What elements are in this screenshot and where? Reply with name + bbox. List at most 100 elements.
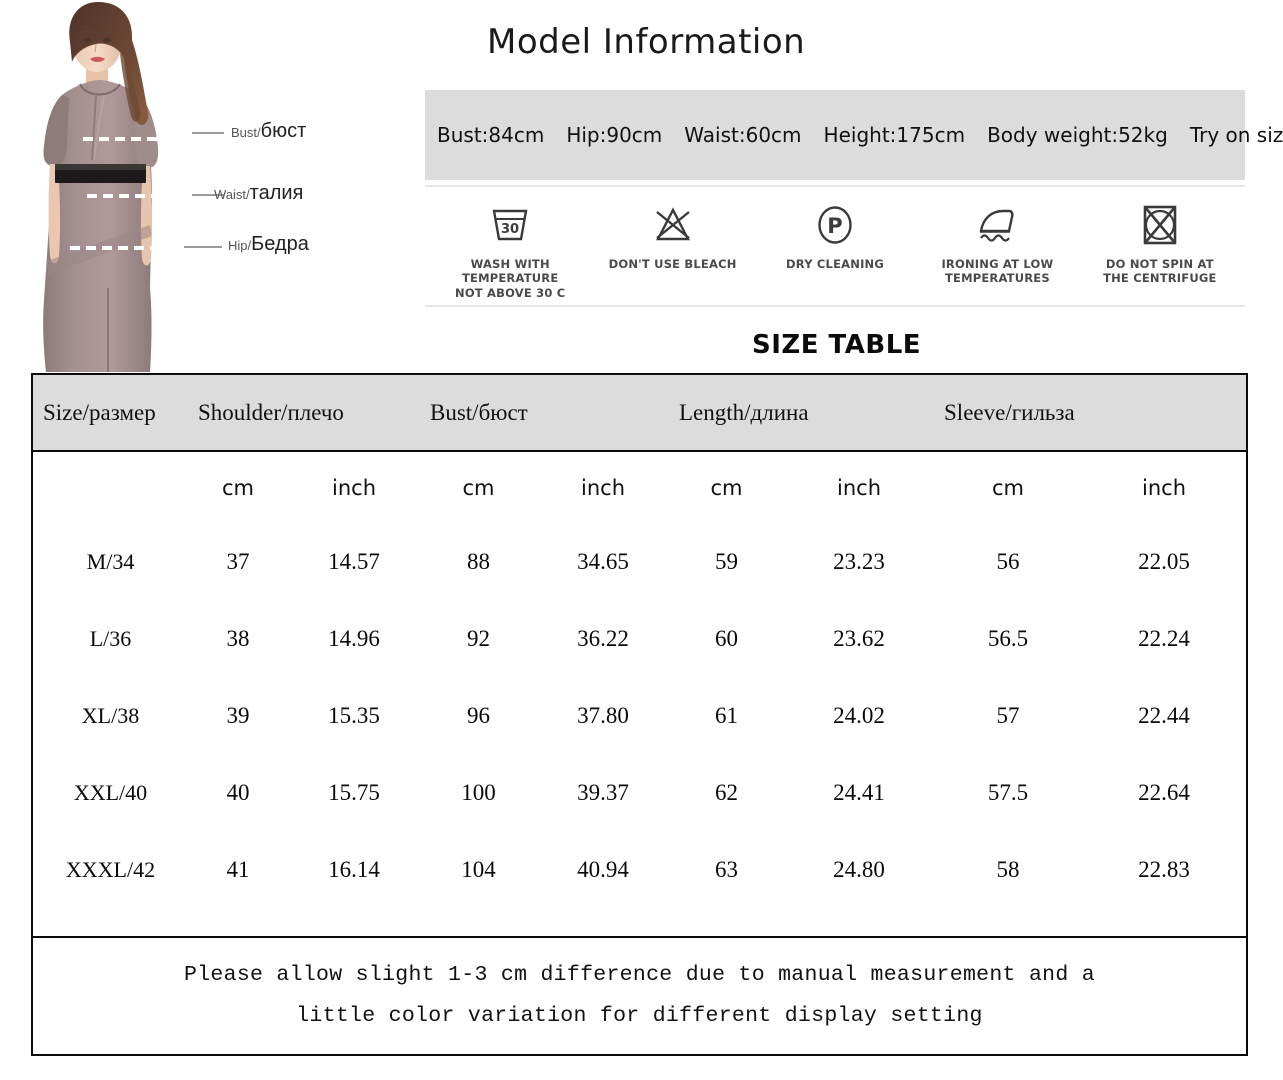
- care-label-no-spin: DO NOT SPIN AT THE CENTRIFUGE: [1103, 257, 1217, 286]
- care-label-wash-line1: WASH WITH TEMPERATURE: [462, 257, 559, 286]
- bust-label-en: Bust/: [231, 125, 261, 140]
- cell-bust-cm: 104: [461, 856, 496, 882]
- care-label-no-spin-line1: DO NOT SPIN AT: [1105, 257, 1214, 271]
- cell-sleeve-in: 22.24: [1138, 625, 1190, 651]
- cell-size: M/34: [86, 548, 135, 574]
- cell-length-in: 24.02: [833, 702, 885, 728]
- measurement-disclaimer: Please allow slight 1-3 cm difference du…: [33, 936, 1246, 1054]
- unit-length-cm: cm: [710, 475, 743, 500]
- cell-sleeve-cm: 56: [996, 548, 1020, 574]
- cell-bust-cm: 100: [461, 779, 496, 805]
- care-label-no-bleach: DON'T USE BLEACH: [609, 257, 737, 271]
- cell-shoulder-in: 14.57: [328, 548, 380, 574]
- cell-bust-cm: 88: [467, 548, 490, 574]
- care-label-dry-cleaning-line1: DRY CLEANING: [786, 257, 885, 271]
- stat-body-weight: Body weight:52kg: [987, 123, 1168, 147]
- stat-height: Height:175cm: [823, 123, 966, 147]
- hip-label-ru: Бедра: [251, 233, 309, 255]
- stat-waist: Waist:60cm: [684, 123, 802, 147]
- cell-bust-in: 36.22: [577, 625, 629, 651]
- cell-length-cm: 60: [715, 625, 738, 651]
- disclaimer-line-1: Please allow slight 1-3 cm difference du…: [184, 963, 1095, 988]
- header-size: Size/размер: [33, 375, 188, 452]
- wash-30-icon: 30: [487, 201, 533, 249]
- hip-label-en: Hip/: [228, 238, 252, 253]
- cell-length-in: 24.80: [833, 856, 885, 882]
- unit-sleeve-cm: cm: [992, 475, 1025, 500]
- no-bleach-icon: [650, 201, 696, 249]
- model-information-title: Model Information: [487, 22, 806, 62]
- bust-leader-line: [192, 132, 224, 134]
- cell-shoulder-cm: 39: [226, 702, 250, 728]
- cell-length-cm: 63: [715, 856, 738, 882]
- cell-size: XL/38: [81, 702, 140, 728]
- unit-bust-in: inch: [581, 475, 625, 500]
- care-item-ironing: IRONING AT LOW TEMPERATURES: [916, 201, 1078, 286]
- cell-sleeve-cm: 58: [996, 856, 1020, 882]
- care-item-wash: 30 WASH WITH TEMPERATURE NOT ABOVE 30 C: [429, 201, 591, 300]
- cell-shoulder-in: 15.35: [328, 702, 380, 728]
- cell-length-in: 23.23: [833, 548, 885, 574]
- no-spin-centrifuge-icon: [1138, 201, 1182, 249]
- care-item-dry-cleaning: P DRY CLEANING: [754, 201, 916, 271]
- stat-bust: Bust:84cm: [437, 123, 545, 147]
- care-label-ironing: IRONING AT LOW TEMPERATURES: [941, 257, 1053, 286]
- size-table-grid: Size/размер Shoulder/плечо Bust/бюст Len…: [33, 375, 1247, 908]
- cell-shoulder-in: 14.96: [328, 625, 380, 651]
- cell-sleeve-in: 22.05: [1138, 548, 1190, 574]
- model-stats-row: Bust:84cm Hip:90cm Waist:60cm Height:175…: [425, 123, 1283, 147]
- cell-length-in: 23.62: [833, 625, 885, 651]
- try-on-size-label: Try on size:: [1189, 123, 1283, 147]
- cell-bust-in: 40.94: [577, 856, 629, 882]
- table-row: XXL/40 40 15.75 100 39.37 62 24.41 57.5 …: [33, 754, 1246, 831]
- care-label-no-spin-line2: THE CENTRIFUGE: [1103, 271, 1217, 286]
- cell-size: XXXL/42: [65, 856, 156, 882]
- iron-low-temp-icon: [971, 201, 1023, 249]
- header-sleeve: Sleeve/гильза: [934, 375, 1247, 452]
- care-instructions-row: 30 WASH WITH TEMPERATURE NOT ABOVE 30 C …: [425, 185, 1245, 307]
- cell-length-cm: 62: [715, 779, 738, 805]
- header-length: Length/длина: [669, 375, 935, 452]
- cell-shoulder-in: 15.75: [328, 779, 380, 805]
- waist-label-ru: талия: [249, 182, 304, 204]
- stat-hip: Hip:90cm: [566, 123, 663, 147]
- cell-length-cm: 61: [715, 702, 738, 728]
- care-label-ironing-line2: TEMPERATURES: [944, 271, 1050, 286]
- care-label-dry-cleaning: DRY CLEANING: [786, 257, 884, 271]
- size-table: Size/размер Shoulder/плечо Bust/бюст Len…: [31, 373, 1248, 1056]
- care-label-ironing-line1: IRONING AT LOW: [941, 257, 1054, 271]
- care-label-wash-line2: NOT ABOVE 30 C: [455, 285, 566, 300]
- disclaimer-line-2: little color variation for different dis…: [296, 1004, 983, 1028]
- cell-sleeve-in: 22.83: [1138, 856, 1190, 882]
- model-stats-band: Bust:84cm Hip:90cm Waist:60cm Height:175…: [425, 90, 1283, 180]
- care-label-no-bleach-line1: DON'T USE BLEACH: [608, 257, 737, 271]
- table-row: M/34 37 14.57 88 34.65 59 23.23 56 22.05: [33, 523, 1246, 600]
- unit-length-in: inch: [837, 475, 881, 500]
- cell-length-in: 24.41: [833, 779, 885, 805]
- unit-shoulder-cm: cm: [221, 475, 254, 500]
- table-row: XXXL/42 41 16.14 104 40.94 63 24.80 58 2…: [33, 831, 1246, 908]
- header-bust: Bust/бюст: [420, 375, 669, 452]
- cell-sleeve-in: 22.44: [1138, 702, 1190, 728]
- unit-bust-cm: cm: [462, 475, 495, 500]
- cell-shoulder-cm: 38: [226, 625, 250, 651]
- care-label-wash: WASH WITH TEMPERATURE NOT ABOVE 30 C: [429, 257, 591, 300]
- size-chart-page: Bust/бюст Waist/талия Hip/Бедра Model In…: [0, 0, 1283, 1080]
- cell-size: XXL/40: [73, 779, 148, 805]
- care-item-no-bleach: DON'T USE BLEACH: [591, 201, 753, 271]
- cell-shoulder-cm: 41: [226, 856, 250, 882]
- cell-shoulder-in: 16.14: [328, 856, 380, 882]
- bust-label-ru: бюст: [260, 120, 307, 142]
- unit-shoulder-in: inch: [332, 475, 376, 500]
- cell-sleeve-cm: 56.5: [987, 625, 1029, 651]
- waist-label-en: Waist/: [214, 187, 250, 202]
- svg-text:P: P: [827, 214, 842, 238]
- cell-bust-in: 39.37: [577, 779, 629, 805]
- unit-sleeve-in: inch: [1142, 475, 1187, 500]
- model-photo: Bust/бюст Waist/талия Hip/Бедра: [0, 0, 420, 372]
- cell-shoulder-cm: 37: [226, 548, 250, 574]
- cell-bust-cm: 92: [467, 625, 490, 651]
- waist-measurement-label: Waist/талия: [214, 183, 303, 203]
- cell-bust-in: 34.65: [577, 548, 629, 574]
- cell-shoulder-cm: 40: [226, 779, 250, 805]
